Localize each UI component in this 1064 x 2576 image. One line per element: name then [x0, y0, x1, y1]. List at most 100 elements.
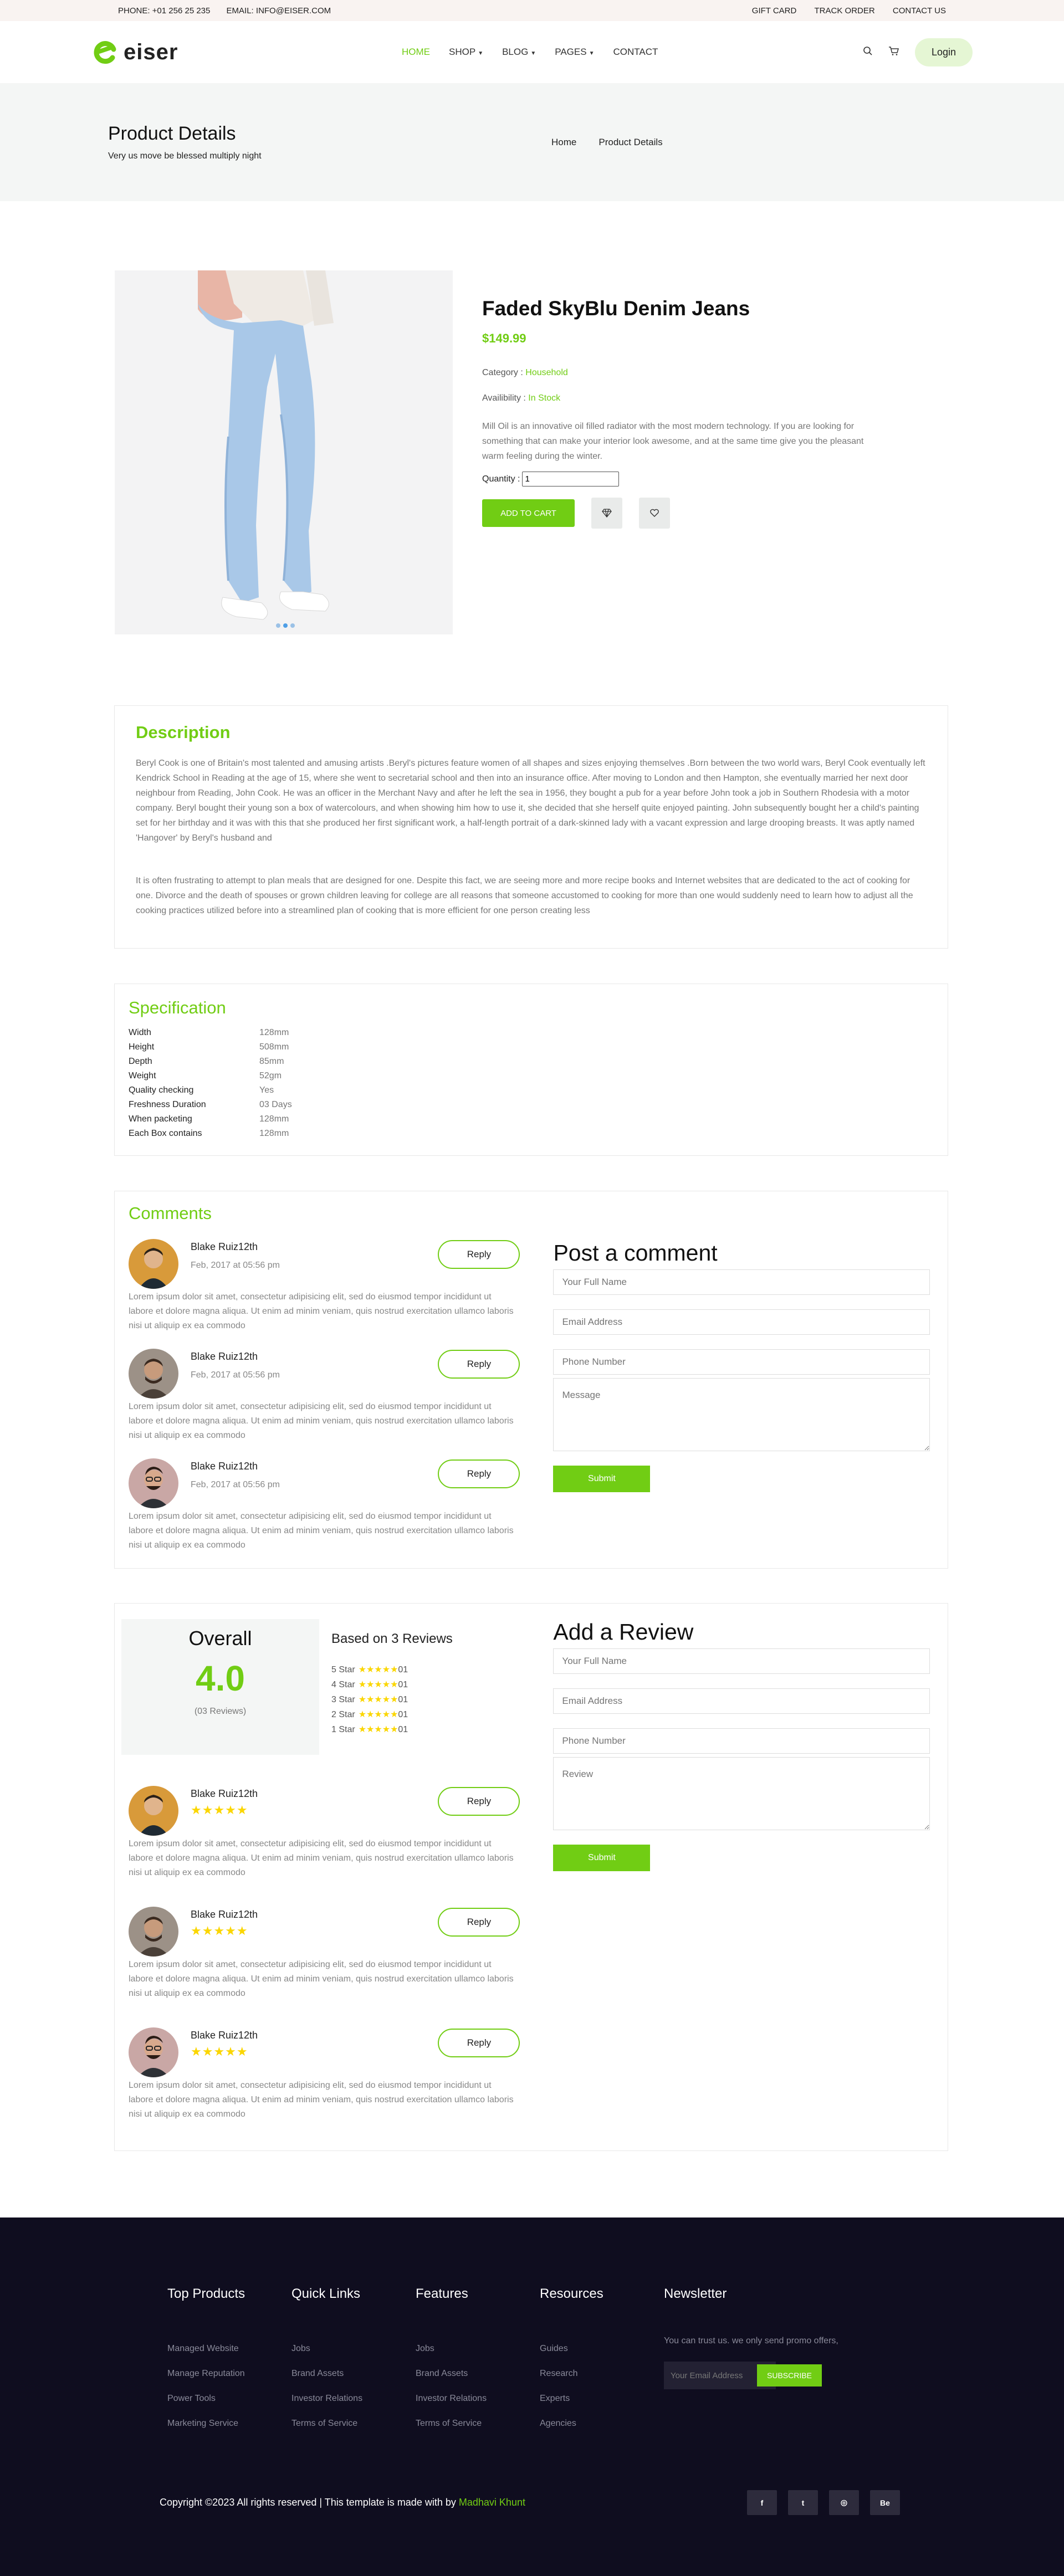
footer-link[interactable]: Brand Assets	[291, 2369, 416, 2379]
reply-button[interactable]: Reply	[438, 1240, 520, 1269]
reply-button[interactable]: Reply	[438, 2029, 520, 2057]
avatar	[129, 1239, 178, 1289]
footer-columns: Top Products Managed Website Manage Repu…	[167, 2286, 1064, 2444]
nav-blog[interactable]: BLOG ▼	[502, 47, 536, 58]
review-meta: Blake Ruiz12th ★★★★★	[191, 1907, 438, 1938]
review-email-input[interactable]	[553, 1688, 930, 1714]
nav-home[interactable]: HOME	[402, 47, 430, 58]
footer-link[interactable]: Marketing Service	[167, 2419, 291, 2429]
based-on-text: Based on 3 Reviews	[331, 1631, 453, 1646]
reply-button[interactable]: Reply	[438, 1787, 520, 1816]
logo[interactable]: eiser	[91, 38, 402, 66]
spec-row: Width 128mm	[129, 1026, 934, 1040]
breadcrumb-home[interactable]: Home	[551, 137, 576, 148]
review-name-input[interactable]	[553, 1648, 930, 1674]
reply-button[interactable]: Reply	[438, 1908, 520, 1937]
footer-column-title: Top Products	[167, 2286, 245, 2301]
social-links: f t ◎ Be	[747, 2490, 900, 2515]
comment-author: Blake Ruiz12th	[191, 1351, 258, 1362]
copyright-text: Copyright ©2023 All rights reserved | Th…	[160, 2497, 456, 2508]
footer-link[interactable]: Guides	[540, 2344, 664, 2354]
footer-link[interactable]: Manage Reputation	[167, 2369, 291, 2379]
review-text: Lorem ipsum dolor sit amet, consectetur …	[129, 1839, 514, 1877]
login-button[interactable]: Login	[914, 38, 973, 66]
comment-email-input[interactable]	[553, 1309, 930, 1335]
comment-date: Feb, 2017 at 05:56 pm	[191, 1261, 280, 1270]
twitter-icon[interactable]: t	[788, 2490, 818, 2515]
spec-key: Quality checking	[129, 1085, 194, 1095]
footer-link[interactable]: Power Tools	[167, 2394, 291, 2404]
footer-column-features: Features Jobs Brand Assets Investor Rela…	[416, 2286, 540, 2444]
spec-row: When packeting 128mm	[129, 1112, 934, 1126]
footer-link[interactable]: Research	[540, 2369, 664, 2379]
banner-text: Product Details Very us move be blessed …	[108, 123, 551, 161]
comment-submit-button[interactable]: Submit	[553, 1466, 651, 1492]
footer-link[interactable]: Experts	[540, 2394, 664, 2404]
review-text: Lorem ipsum dolor sit amet, consectetur …	[129, 2081, 514, 2119]
footer-link[interactable]: Jobs	[291, 2344, 416, 2354]
quantity-input[interactable]	[522, 472, 620, 486]
footer-link[interactable]: Jobs	[416, 2344, 540, 2354]
behance-icon[interactable]: Be	[870, 2490, 900, 2515]
review-item: Blake Ruiz12th ★★★★★ Reply Lorem ipsum d…	[121, 1907, 520, 2001]
review-submit-button[interactable]: Submit	[553, 1845, 651, 1871]
comment-meta: Blake Ruiz12th Feb, 2017 at 05:56 pm	[191, 1349, 438, 1380]
heart-icon[interactable]	[639, 498, 670, 529]
rating-row: 2 Star ★★★★★ 01	[331, 1707, 453, 1722]
product-image[interactable]	[115, 270, 453, 634]
header-tools: Login	[863, 38, 973, 66]
track-order-link[interactable]: TRACK ORDER	[815, 6, 875, 16]
nav-shop-label: SHOP	[449, 47, 476, 57]
product-availability: Availibility : In Stock	[482, 393, 870, 403]
dribbble-icon[interactable]: ◎	[829, 2490, 859, 2515]
author-link[interactable]: Madhavi Khunt	[459, 2497, 525, 2508]
review-author: Blake Ruiz12th	[191, 1788, 258, 1799]
avatar	[129, 1458, 178, 1508]
nav-contact[interactable]: CONTACT	[613, 47, 658, 58]
comment-name-input[interactable]	[553, 1269, 930, 1295]
star-icons: ★★★★★	[358, 1680, 398, 1689]
footer-link[interactable]: Agencies	[540, 2419, 664, 2429]
nav-shop[interactable]: SHOP ▼	[449, 47, 483, 58]
review-message-input[interactable]	[553, 1757, 930, 1830]
add-to-cart-button[interactable]: ADD TO CART	[482, 499, 575, 527]
cart-icon[interactable]	[888, 46, 899, 59]
footer-link[interactable]: Brand Assets	[416, 2369, 540, 2379]
star-icons: ★★★★★	[358, 1695, 398, 1704]
star-icons: ★★★★★	[358, 1725, 398, 1734]
breadcrumb-current[interactable]: Product Details	[598, 137, 662, 148]
top-bar-links: GIFT CARD TRACK ORDER CONTACT US	[736, 6, 946, 16]
review-text: Lorem ipsum dolor sit amet, consectetur …	[129, 1960, 514, 1998]
footer-link[interactable]: Terms of Service	[416, 2419, 540, 2429]
footer-link[interactable]: Managed Website	[167, 2344, 291, 2354]
gift-card-link[interactable]: GIFT CARD	[752, 6, 797, 16]
comment-text: Lorem ipsum dolor sit amet, consectetur …	[129, 1512, 514, 1550]
nav-pages[interactable]: PAGES ▼	[555, 47, 594, 58]
facebook-icon[interactable]: f	[747, 2490, 777, 2515]
footer-link[interactable]: Investor Relations	[416, 2394, 540, 2404]
footer-link[interactable]: Investor Relations	[291, 2394, 416, 2404]
description-title: Description	[136, 723, 231, 742]
subscribe-button[interactable]: SUBSCRIBE	[757, 2364, 822, 2386]
reply-button[interactable]: Reply	[438, 1459, 520, 1488]
search-icon[interactable]	[863, 46, 873, 59]
product-info: Faded SkyBlu Denim Jeans $149.99 Categor…	[482, 270, 870, 634]
spec-row: Weight 52gm	[129, 1069, 934, 1083]
diamond-icon[interactable]	[591, 498, 622, 529]
footer-bottom: Copyright ©2023 All rights reserved | Th…	[160, 2490, 900, 2515]
footer-link[interactable]: Terms of Service	[291, 2419, 416, 2429]
page-banner: Product Details Very us move be blessed …	[0, 83, 1064, 201]
category-value[interactable]: Household	[525, 368, 568, 377]
reviews-list: Overall 4.0 (03 Reviews) Based on 3 Revi…	[121, 1619, 520, 2122]
review-count: (03 Reviews)	[194, 1707, 247, 1716]
comment-header: Blake Ruiz12th Feb, 2017 at 05:56 pm Rep…	[129, 1239, 520, 1289]
spec-row: Quality checking Yes	[129, 1083, 934, 1098]
reply-button[interactable]: Reply	[438, 1350, 520, 1379]
comment-phone-input[interactable]	[553, 1349, 930, 1375]
spec-key: Each Box contains	[129, 1129, 202, 1138]
comment-message-input[interactable]	[553, 1378, 930, 1451]
contact-us-link[interactable]: CONTACT US	[893, 6, 946, 16]
review-phone-input[interactable]	[553, 1728, 930, 1754]
copyright: Copyright ©2023 All rights reserved | Th…	[160, 2497, 525, 2508]
comment-meta: Blake Ruiz12th Feb, 2017 at 05:56 pm	[191, 1239, 438, 1271]
